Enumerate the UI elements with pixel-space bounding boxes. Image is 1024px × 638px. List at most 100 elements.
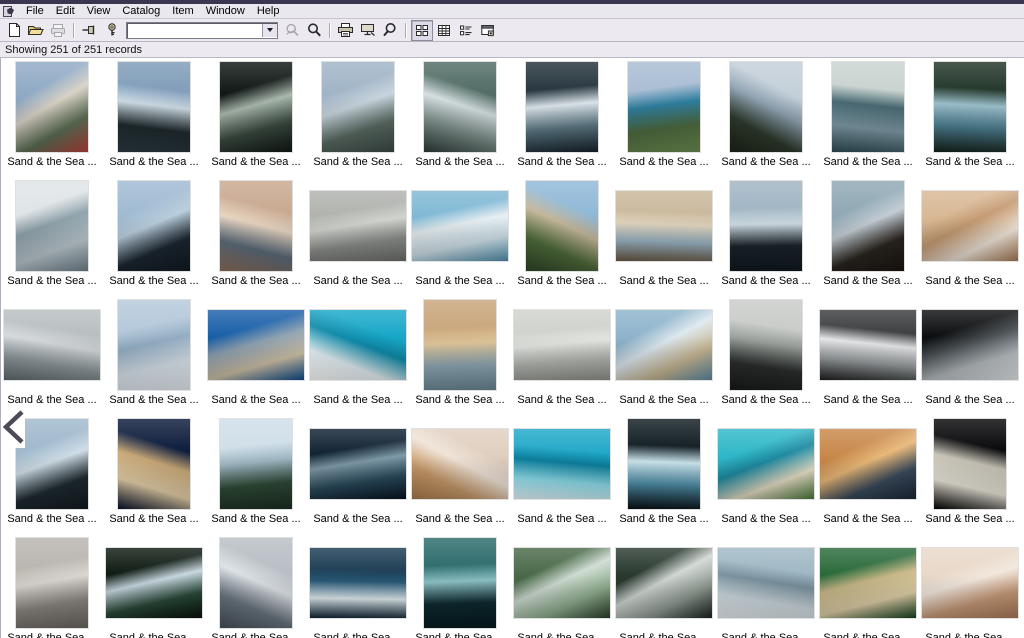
thumbnail-image[interactable] <box>118 61 190 152</box>
thumbnail-image[interactable] <box>16 418 88 509</box>
new-document-button[interactable] <box>3 20 25 41</box>
thumbnail-container[interactable] <box>715 296 817 393</box>
thumbnail-image[interactable] <box>820 309 916 380</box>
thumbnail-container[interactable] <box>817 296 919 393</box>
thumbnail-image[interactable] <box>424 299 496 390</box>
chevron-down-icon[interactable] <box>262 23 277 37</box>
gallery-item[interactable]: Sand & the Sea ... <box>715 296 817 415</box>
thumbnail-container[interactable] <box>409 534 511 631</box>
menu-item[interactable]: Item <box>166 4 199 18</box>
thumbnail-image[interactable] <box>934 418 1006 509</box>
thumbnail-image[interactable] <box>16 537 88 628</box>
menu-file[interactable]: File <box>20 4 50 18</box>
thumbnail-container[interactable] <box>409 415 511 512</box>
info-button[interactable] <box>101 20 123 41</box>
gallery-item[interactable]: Sand & the Sea ... <box>103 177 205 296</box>
menu-view[interactable]: View <box>81 4 117 18</box>
menu-window[interactable]: Window <box>200 4 251 18</box>
thumbnail-image[interactable] <box>310 309 406 380</box>
gallery-item[interactable]: Sand & the Sea ... <box>613 177 715 296</box>
thumbnail-container[interactable] <box>205 58 307 155</box>
thumbnail-container[interactable] <box>817 534 919 631</box>
thumbnail-image[interactable] <box>730 299 802 390</box>
find-again-button[interactable] <box>281 20 303 41</box>
zoom-button[interactable] <box>379 20 401 41</box>
thumbnail-container[interactable] <box>409 177 511 274</box>
slideshow-button[interactable] <box>357 20 379 41</box>
thumbnail-image[interactable] <box>118 299 190 390</box>
thumbnail-container[interactable] <box>307 415 409 512</box>
menu-help[interactable]: Help <box>251 4 286 18</box>
gallery-item[interactable]: Sand & the Sea ... <box>919 177 1021 296</box>
open-folder-button[interactable] <box>25 20 47 41</box>
thumbnail-container[interactable] <box>1 177 103 274</box>
thumbnail-image[interactable] <box>16 180 88 271</box>
view-list-button[interactable] <box>455 20 477 41</box>
thumbnail-gallery[interactable]: Sand & the Sea ... Sand & the Sea ... Sand… <box>0 58 1024 638</box>
thumbnail-image[interactable] <box>628 61 700 152</box>
thumbnail-container[interactable] <box>715 58 817 155</box>
thumbnail-image[interactable] <box>922 309 1018 380</box>
gallery-item[interactable]: Sand & the Sea ... <box>715 415 817 534</box>
thumbnail-container[interactable] <box>1 58 103 155</box>
gallery-item[interactable]: Sand & the Sea ... <box>409 296 511 415</box>
thumbnail-image[interactable] <box>310 547 406 618</box>
thumbnail-container[interactable] <box>613 296 715 393</box>
thumbnail-image[interactable] <box>4 309 100 380</box>
thumbnail-container[interactable] <box>919 58 1021 155</box>
thumbnail-container[interactable] <box>103 415 205 512</box>
gallery-item[interactable]: Sand & the Sea ... <box>205 58 307 177</box>
thumbnail-container[interactable] <box>919 177 1021 274</box>
thumbnail-container[interactable] <box>307 534 409 631</box>
thumbnail-container[interactable] <box>307 58 409 155</box>
gallery-item[interactable]: Sand & the Sea ... <box>613 415 715 534</box>
gallery-item[interactable]: Sand & the Sea ... <box>613 58 715 177</box>
gallery-item[interactable]: Sand & the Sea ... <box>511 415 613 534</box>
menu-edit[interactable]: Edit <box>50 4 81 18</box>
gallery-item[interactable]: Sand & the Sea ... <box>817 534 919 638</box>
gallery-item[interactable]: Sand & the Sea ... <box>919 58 1021 177</box>
gallery-item[interactable]: Sand & the Sea ... <box>511 177 613 296</box>
thumbnail-container[interactable] <box>613 415 715 512</box>
thumbnail-image[interactable] <box>412 428 508 499</box>
thumbnail-container[interactable] <box>307 177 409 274</box>
gallery-item[interactable]: Sand & the Sea ... <box>409 415 511 534</box>
thumbnail-image[interactable] <box>220 61 292 152</box>
menu-catalog[interactable]: Catalog <box>116 4 166 18</box>
gallery-item[interactable]: Sand & the Sea ... <box>613 296 715 415</box>
gallery-item[interactable]: Sand & the Sea ... <box>307 534 409 638</box>
thumbnail-container[interactable] <box>817 177 919 274</box>
thumbnail-image[interactable] <box>322 61 394 152</box>
thumbnail-container[interactable] <box>205 534 307 631</box>
gallery-item[interactable]: Sand & the Sea ... <box>409 177 511 296</box>
gallery-item[interactable]: Sand & the Sea ... <box>103 415 205 534</box>
thumbnail-image[interactable] <box>718 547 814 618</box>
view-details-button[interactable] <box>433 20 455 41</box>
gallery-item[interactable]: Sand & the Sea ... <box>1 177 103 296</box>
thumbnail-image[interactable] <box>424 537 496 628</box>
thumbnail-container[interactable] <box>1 534 103 631</box>
thumbnail-container[interactable] <box>409 296 511 393</box>
find-button[interactable] <box>303 20 325 41</box>
thumbnail-container[interactable] <box>919 534 1021 631</box>
app-icon[interactable] <box>2 5 16 18</box>
thumbnail-container[interactable] <box>103 177 205 274</box>
thumbnail-container[interactable] <box>511 296 613 393</box>
thumbnail-image[interactable] <box>526 180 598 271</box>
thumbnail-container[interactable] <box>511 177 613 274</box>
thumbnail-container[interactable] <box>613 177 715 274</box>
thumbnail-image[interactable] <box>730 180 802 271</box>
gallery-item[interactable]: Sand & the Sea ... <box>205 534 307 638</box>
gallery-item[interactable]: Sand & the Sea ... <box>205 177 307 296</box>
thumbnail-image[interactable] <box>220 537 292 628</box>
add-keyword-button[interactable] <box>79 20 101 41</box>
view-thumbnail-button[interactable] <box>411 19 433 41</box>
gallery-item[interactable]: Sand & the Sea ... <box>103 296 205 415</box>
thumbnail-image[interactable] <box>106 547 202 618</box>
thumbnail-container[interactable] <box>103 296 205 393</box>
thumbnail-image[interactable] <box>424 61 496 152</box>
thumbnail-image[interactable] <box>208 309 304 380</box>
thumbnail-container[interactable] <box>511 415 613 512</box>
thumbnail-image[interactable] <box>220 180 292 271</box>
thumbnail-image[interactable] <box>934 61 1006 152</box>
